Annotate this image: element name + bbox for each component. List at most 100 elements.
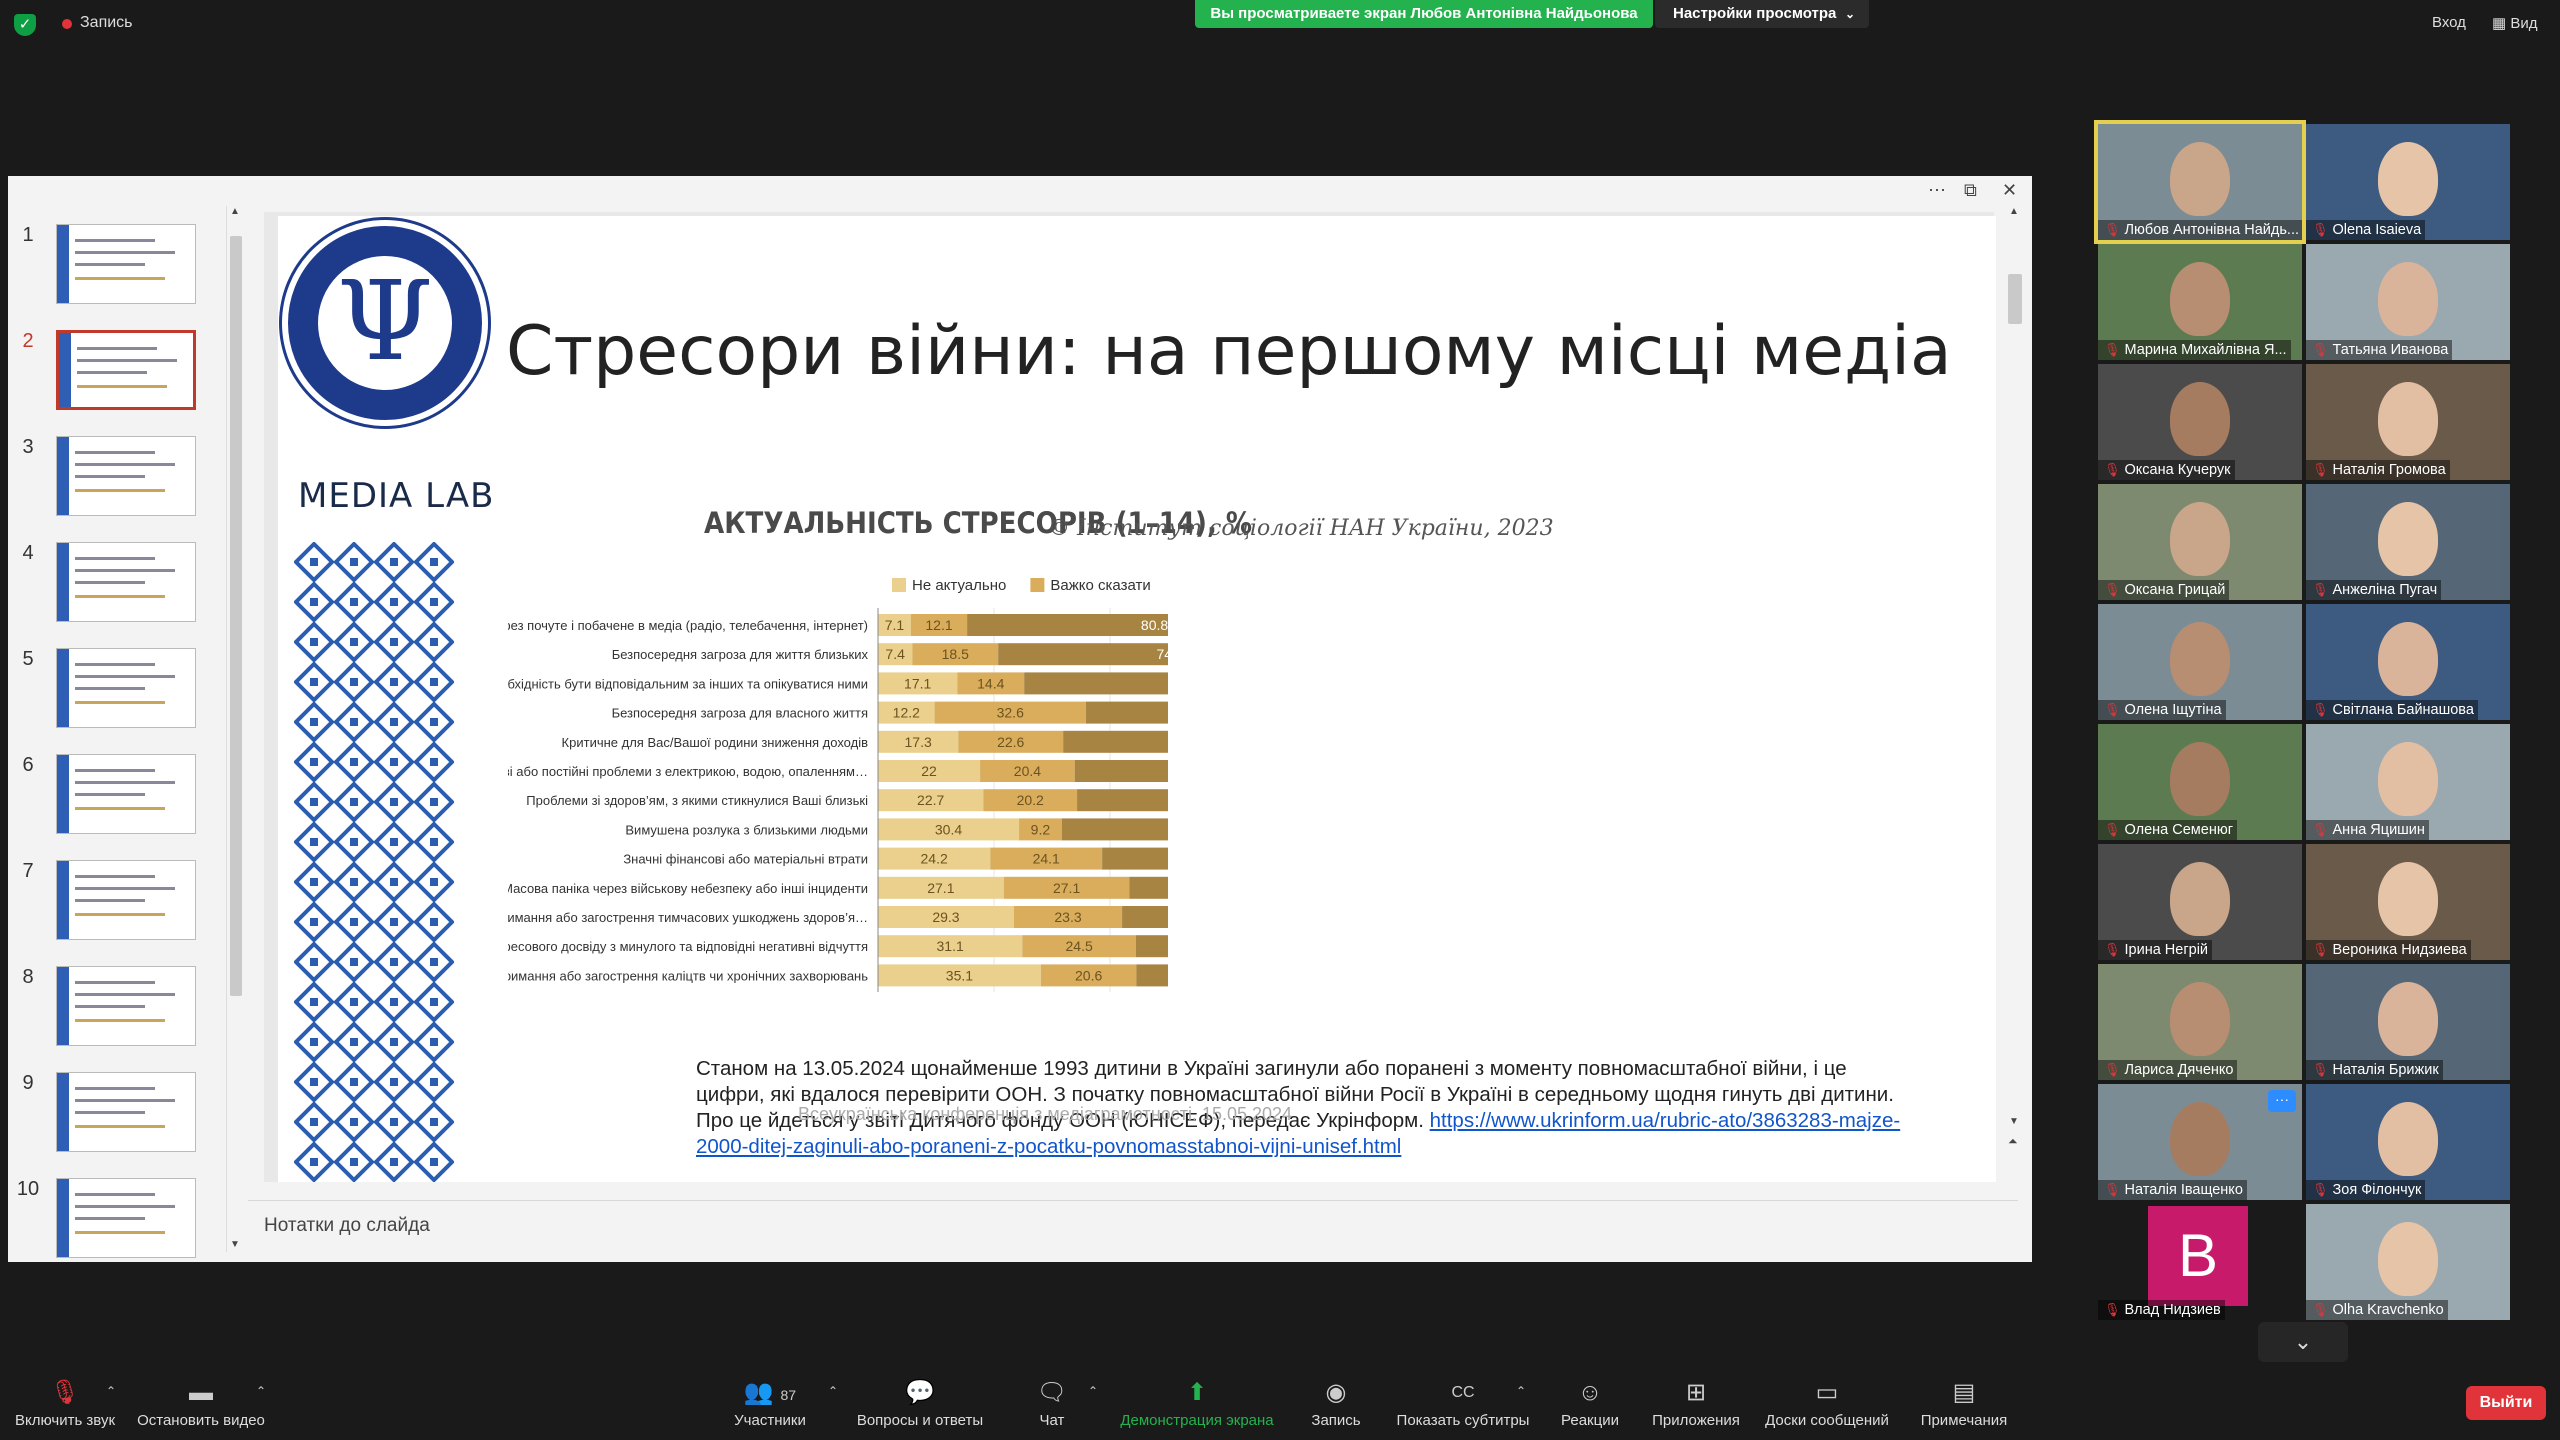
slide-scroll-thumb[interactable] (2008, 274, 2022, 324)
apps-icon: ⊞ (1685, 1379, 1707, 1406)
slide-thumbnail[interactable] (56, 1178, 196, 1258)
scroll-up-icon[interactable]: ▲ (230, 206, 240, 217)
bar-segment (1063, 730, 1168, 753)
scroll-up-icon[interactable]: ▲ (2009, 206, 2019, 217)
participant-tile[interactable]: 🎙 Лариса Дяченко (2098, 964, 2302, 1080)
slide-thumbnail[interactable] (56, 754, 196, 834)
muted-mic-icon: 🎙 (2312, 1302, 2329, 1317)
view-label: Вид (2510, 15, 2538, 32)
participants-caret-icon[interactable]: ⌃ (828, 1384, 838, 1398)
more-options-icon[interactable]: ⋯ (1928, 180, 1946, 201)
leave-button[interactable]: Выйти (2466, 1386, 2546, 1420)
slide-thumbnail[interactable] (56, 648, 196, 728)
participant-video (2378, 262, 2438, 336)
participant-tile[interactable]: 🎙 Марина Михайлівна Я... (2098, 244, 2302, 360)
participant-name: 🎙 Лариса Дяченко (2098, 1060, 2238, 1080)
grid-icon: ▦ (2492, 15, 2511, 32)
slide-thumbnail[interactable] (56, 330, 196, 410)
reactions-button[interactable]: ☺ Реакции (1552, 1376, 1628, 1429)
participant-tile[interactable]: 🎙 Зоя Філончук (2306, 1084, 2510, 1200)
participant-tile[interactable]: 🎙 Світлана Байнашова (2306, 604, 2510, 720)
slide-editor: Ψ Стресори війни: на першому місці медіа… (264, 212, 1996, 1182)
muted-mic-icon: 🎙 (2104, 702, 2121, 717)
chat-caret-icon[interactable]: ⌃ (1088, 1384, 1098, 1398)
audio-options-caret-icon[interactable]: ⌃ (106, 1384, 116, 1398)
slide-thumbnail[interactable] (56, 224, 196, 304)
slide-title: Стресори війни: на першому місці медіа (506, 312, 1952, 391)
record-button[interactable]: ◉ Запись (1300, 1376, 1372, 1429)
participant-video (2170, 622, 2230, 696)
reactions-icon: ☺ (1577, 1379, 1603, 1406)
restore-window-icon[interactable]: ⧉ (1964, 180, 1977, 201)
muted-mic-icon: 🎙 (2104, 942, 2121, 957)
participant-tile[interactable]: В 🎙 Влад Нидзиев (2098, 1204, 2302, 1320)
participant-name-text: Ірина Негрій (2124, 942, 2209, 958)
video-options-caret-icon[interactable]: ⌃ (256, 1384, 266, 1398)
share-screen-button[interactable]: ⬆ Демонстрация экрана (1112, 1376, 1282, 1429)
participant-tile[interactable]: 🎙 Анна Яцишин (2306, 724, 2510, 840)
participant-tile[interactable]: 🎙 Оксана Кучерук (2098, 364, 2302, 480)
thumbnails-scrollbar[interactable]: ▲ ▼ (226, 206, 245, 1252)
muted-mic-icon: 🎙 (2312, 822, 2329, 837)
participant-tile[interactable]: 🎙 Олена Семенюг (2098, 724, 2302, 840)
captions-button[interactable]: CC Показать субтитры (1390, 1376, 1536, 1429)
login-button[interactable]: Вход (2432, 14, 2466, 31)
slide-thumbnail[interactable] (56, 1072, 196, 1152)
category-label: Необхідність бути відповідальним за інши… (508, 676, 868, 691)
more-options-icon[interactable]: ··· (2268, 1090, 2296, 1112)
view-settings-button[interactable]: Настройки просмотра ⌄ (1655, 0, 1869, 28)
data-label: 35.1 (946, 967, 973, 983)
participant-tile[interactable]: 🎙 Olena Isaieva (2306, 124, 2510, 240)
participant-tile[interactable]: 🎙 Наталія Громова (2306, 364, 2510, 480)
notes-button[interactable]: ▤ Примечания (1914, 1376, 2014, 1429)
participant-tile[interactable]: 🎙 Olha Kravchenko (2306, 1204, 2510, 1320)
participant-tile[interactable]: 🎙 Ірина Негрій (2098, 844, 2302, 960)
data-label: 14.4 (977, 675, 1004, 691)
muted-mic-icon: 🎙 (2104, 342, 2121, 357)
participant-name-text: Олена Семенюг (2124, 822, 2233, 838)
participant-tile[interactable]: 🎙 Оксана Грицай (2098, 484, 2302, 600)
apps-button[interactable]: ⊞ Приложения (1646, 1376, 1746, 1429)
chat-button[interactable]: 🗨 Чат (1020, 1376, 1084, 1429)
qa-button[interactable]: 💬 Вопросы и ответы (852, 1376, 988, 1429)
participant-name-text: Анна Яцишин (2332, 822, 2425, 838)
slide-thumbnail[interactable] (56, 542, 196, 622)
participant-tile[interactable]: 🎙 Наталія Брижик (2306, 964, 2510, 1080)
captions-caret-icon[interactable]: ⌃ (1516, 1384, 1526, 1398)
participant-tile[interactable]: 🎙 Олена Іщутіна (2098, 604, 2302, 720)
view-button[interactable]: ▦ Вид (2492, 14, 2537, 32)
participants-button[interactable]: 👥 87 Участники (720, 1376, 820, 1429)
data-label: 31.1 (937, 938, 964, 954)
unmute-label: Включить звук (14, 1412, 116, 1429)
participant-tile[interactable]: 🎙 Анжеліна Пугач (2306, 484, 2510, 600)
previous-slide-icon[interactable]: ⏶ (2008, 1134, 2018, 1149)
reactions-label: Реакции (1561, 1412, 1619, 1429)
slide-notes-pane[interactable]: Нотатки до слайда (248, 1200, 2018, 1257)
participant-video (2170, 262, 2230, 336)
participant-tile[interactable]: 🎙 Вероника Нидзиева (2306, 844, 2510, 960)
scroll-down-icon[interactable]: ▼ (2009, 1116, 2019, 1127)
category-label: Пригадування стресового досвіду з минуло… (508, 939, 868, 954)
bar-segment (998, 643, 1168, 666)
legend-swatch (892, 578, 906, 592)
scroll-down-icon[interactable]: ▼ (230, 1239, 240, 1250)
recording-label[interactable]: Запись (80, 14, 133, 32)
security-shield-icon[interactable]: ✓ (14, 14, 36, 36)
close-icon[interactable]: ✕ (2002, 180, 2017, 201)
whiteboards-button[interactable]: ▭ Доски сообщений (1760, 1376, 1894, 1429)
thumbnails-scroll-thumb[interactable] (230, 236, 242, 996)
slide-thumbnail[interactable] (56, 436, 196, 516)
slide-scrollbar[interactable]: ▲ ▼ ⏶ (2004, 204, 2026, 1154)
data-label: 22.6 (997, 734, 1024, 750)
unmute-button[interactable]: 🎙 Включить звук (10, 1376, 120, 1429)
chevron-down-icon[interactable]: ⌄ (2258, 1322, 2348, 1362)
slide-thumbnail[interactable] (56, 860, 196, 940)
muted-mic-icon: 🎙 (2312, 942, 2329, 957)
participant-video (2170, 982, 2230, 1056)
avatar: В (2148, 1206, 2248, 1306)
stop-video-button[interactable]: ▬ Остановить видео (136, 1376, 266, 1429)
participant-tile[interactable]: 🎙 Татьяна Иванова (2306, 244, 2510, 360)
participant-name: 🎙 Наталія Громова (2306, 460, 2450, 480)
participant-tile[interactable]: 🎙 Любов Антонівна Найдь... (2094, 120, 2306, 244)
slide-thumbnail[interactable] (56, 966, 196, 1046)
